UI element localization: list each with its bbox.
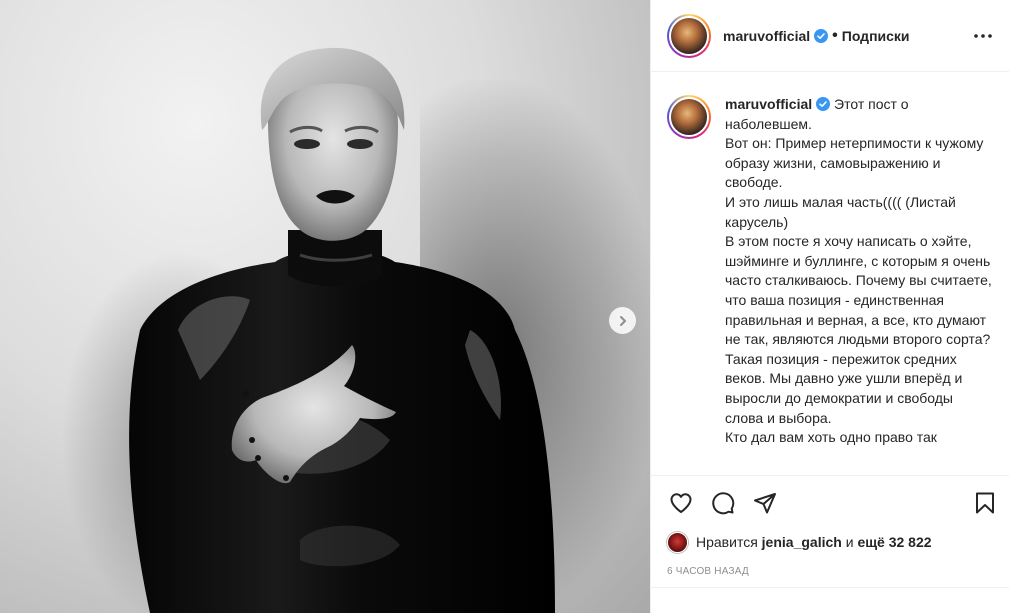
comment-bar-divider (651, 587, 1009, 613)
bookmark-icon (976, 492, 994, 513)
verified-badge-icon (814, 28, 829, 43)
photo-figure (129, 47, 555, 613)
share-icon (754, 492, 776, 513)
caption-paragraph: Вот он: Пример нетерпимости к чужому обр… (725, 135, 984, 191)
post-timestamp[interactable]: 6 часов назад (651, 555, 1009, 587)
post-dialog: maruvofficial • Подписки maruvofficial Э… (0, 0, 1009, 613)
more-options-icon (974, 33, 992, 38)
more-options-button[interactable] (971, 24, 995, 48)
comment-icon (712, 491, 735, 514)
following-button[interactable]: Подписки (842, 28, 910, 44)
post-header: maruvofficial • Подписки (651, 0, 1009, 72)
header-meta: maruvofficial • Подписки (723, 27, 910, 45)
caption-section: maruvofficial Этот пост о наболевшем. Во… (651, 72, 1009, 475)
caption-paragraph: И это лишь малая часть(((( (Листай карус… (725, 193, 956, 230)
caption-paragraph: Кто дал вам хоть одно право так (725, 429, 937, 446)
caption-avatar[interactable] (667, 95, 711, 139)
comment-button[interactable] (709, 489, 737, 517)
carousel-next-button[interactable] (609, 307, 636, 334)
post-photo[interactable] (0, 0, 650, 613)
action-bar (651, 475, 1009, 529)
heart-icon (670, 492, 692, 513)
likes-count-link[interactable]: ещё 32 822 (857, 534, 931, 550)
likes-prefix: Нравится (696, 534, 758, 550)
likes-conjunction: и (845, 534, 854, 550)
separator-dot: • (832, 26, 838, 44)
chevron-right-icon (619, 315, 626, 326)
caption-paragraph: В этом посте я хочу написать о хэйте, шэ… (725, 233, 992, 426)
caption-username-link[interactable]: maruvofficial (725, 96, 812, 112)
share-button[interactable] (751, 489, 779, 517)
post-sidebar: maruvofficial • Подписки maruvofficial Э… (650, 0, 1009, 613)
liker-username-link[interactable]: jenia_galich (762, 534, 842, 550)
like-button[interactable] (667, 489, 695, 517)
likes-summary: Нравится jenia_galich и ещё 32 822 (651, 529, 1009, 555)
save-button[interactable] (971, 489, 999, 517)
avatar[interactable] (667, 13, 711, 58)
username-link[interactable]: maruvofficial (723, 28, 810, 44)
liker-avatar[interactable] (667, 531, 688, 553)
post-caption: maruvofficial Этот пост о наболевшем. Во… (725, 95, 993, 475)
verified-badge-icon (816, 97, 831, 111)
